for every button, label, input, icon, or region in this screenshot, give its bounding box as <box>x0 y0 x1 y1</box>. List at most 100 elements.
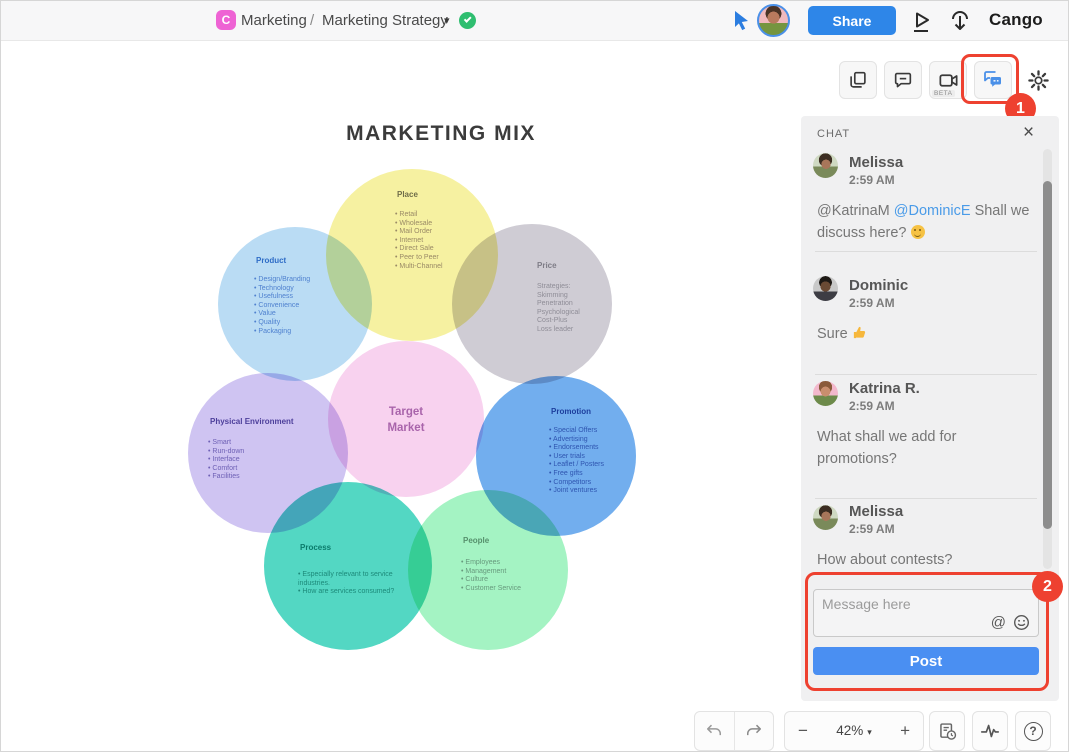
top-bar: C Marketing / Marketing Strategy ▾ Share… <box>1 1 1068 41</box>
mention-link[interactable]: @DominicE <box>894 203 971 219</box>
download-icon[interactable] <box>947 8 973 34</box>
venn-label-physical-environment: Physical Environment <box>210 417 294 426</box>
chevron-down-icon[interactable]: ▾ <box>444 14 450 27</box>
list-item: Design/Branding <box>254 276 349 285</box>
list-item: Penetration <box>537 300 573 308</box>
message-divider <box>815 498 1037 499</box>
collaborator-cursor-icon <box>735 11 748 31</box>
share-button[interactable]: Share <box>808 6 896 35</box>
present-icon[interactable] <box>908 9 934 34</box>
list-item: Competitors <box>549 479 637 488</box>
version-history-icon <box>939 722 956 740</box>
venn-label-promotion: Promotion <box>551 407 591 416</box>
list-item: Value <box>254 310 349 319</box>
redo-icon <box>746 724 761 736</box>
help-icon: ? <box>1023 721 1043 741</box>
list-item: Multi-Channel <box>395 263 485 272</box>
undo-redo-group <box>694 711 774 751</box>
avatar <box>813 505 838 530</box>
brand-logo: Cango <box>989 10 1043 29</box>
list-item: Free gifts <box>549 470 637 479</box>
breadcrumb-parent[interactable]: Marketing <box>241 12 307 29</box>
message-author: Katrina R. <box>849 380 920 397</box>
list-item: Convenience <box>254 302 349 311</box>
list-item: Packaging <box>254 328 349 337</box>
list-item: Quality <box>254 319 349 328</box>
venn-label-target-market: Target Market <box>387 406 425 434</box>
list-item: Smart <box>208 439 318 448</box>
workspace-logo[interactable]: C <box>216 10 236 30</box>
venn-label-product: Product <box>256 256 287 265</box>
zoom-level-dropdown[interactable]: 42% ▾ <box>836 722 872 740</box>
avatar <box>813 153 838 178</box>
list-item: Cost-Plus <box>537 317 568 325</box>
venn-list-promotion: Special OffersAdvertisingEndorsementsUse… <box>549 427 637 496</box>
breadcrumb-current[interactable]: Marketing Strategy <box>322 12 448 29</box>
thumbs-up-emoji <box>853 326 865 339</box>
list-item: Mail Order <box>395 228 485 237</box>
chevron-down-icon: ▾ <box>867 727 872 737</box>
list-item: Leaflet / Posters <box>549 461 637 470</box>
list-item: Facilities <box>208 473 318 482</box>
list-item: How are services consumed? <box>298 588 400 597</box>
breadcrumb-separator: / <box>310 12 315 29</box>
chat-scrollbar-thumb[interactable] <box>1043 181 1052 529</box>
message-text: What shall we add for promotions? <box>817 429 957 467</box>
comments-button[interactable] <box>884 61 922 99</box>
venn-label-people: People <box>463 536 490 545</box>
undo-button[interactable] <box>695 712 734 750</box>
avatar[interactable] <box>757 4 790 37</box>
diagram-title[interactable]: MARKETING MIX <box>321 122 561 146</box>
list-item: Loss leader <box>537 325 574 333</box>
activity-pulse-icon <box>980 724 1000 738</box>
help-button[interactable]: ? <box>1015 711 1051 751</box>
zoom-out-button[interactable]: − <box>798 721 808 741</box>
list-item: Direct Sale <box>395 245 485 254</box>
activity-button[interactable] <box>972 711 1008 751</box>
list-item: Endorsements <box>549 444 637 453</box>
message-time: 2:59 AM <box>849 399 895 413</box>
list-item: Interface <box>208 456 318 465</box>
comment-icon <box>894 72 912 88</box>
redo-button[interactable] <box>734 712 773 750</box>
undo-icon <box>707 724 722 736</box>
callout-2-badge: 2 <box>1032 571 1063 602</box>
venn-label-place: Place <box>397 190 418 199</box>
zoom-control: − 42% ▾ + <box>784 711 924 751</box>
venn-circle-process[interactable] <box>264 482 432 650</box>
message-text: @KatrinaM @DominicE Shall we discuss her… <box>817 200 1031 244</box>
pages-button[interactable] <box>839 61 877 99</box>
message-author: Dominic <box>849 277 909 294</box>
list-item: Strategies: <box>537 283 571 290</box>
chat-panel-title: CHAT <box>817 128 851 140</box>
list-item: Comfort <box>208 465 318 474</box>
slightly-smiling-emoji <box>910 225 925 239</box>
list-item: Culture <box>461 576 551 585</box>
message-text: How about contests? <box>817 552 953 568</box>
list-item: Retail <box>395 211 485 220</box>
list-item: User trials <box>549 453 637 462</box>
list-item: Psychological <box>537 308 580 316</box>
venn-list-price: Strategies: Skimming Penetration Psychologi… <box>537 283 617 335</box>
list-item: Internet <box>395 237 485 246</box>
close-icon[interactable]: × <box>1023 122 1034 144</box>
message-time: 2:59 AM <box>849 296 895 310</box>
venn-list-physical-environment: SmartRun-downInterfaceComfortFacilities <box>208 439 318 482</box>
list-item: Technology <box>254 285 349 294</box>
venn-list-people: EmployeesManagementCultureCustomer Servi… <box>461 559 551 593</box>
venn-list-place: RetailWholesaleMail OrderInternetDirect … <box>395 211 485 271</box>
version-history-button[interactable] <box>929 711 965 751</box>
message-text-plain: @KatrinaM <box>817 203 894 219</box>
list-item: Skimming <box>537 291 568 299</box>
list-item: Special Offers <box>549 427 637 436</box>
avatar <box>813 381 838 406</box>
gear-icon <box>1027 69 1049 91</box>
list-item: Wholesale <box>395 220 485 229</box>
zoom-in-button[interactable]: + <box>900 721 910 741</box>
app-window: C Marketing / Marketing Strategy ▾ Share… <box>0 0 1069 752</box>
venn-label-price: Price <box>537 261 557 270</box>
avatar <box>813 276 838 301</box>
list-item: Especially relevant to service industrie… <box>298 571 400 588</box>
list-item: Advertising <box>549 436 637 445</box>
composer-highlight <box>805 572 1049 691</box>
